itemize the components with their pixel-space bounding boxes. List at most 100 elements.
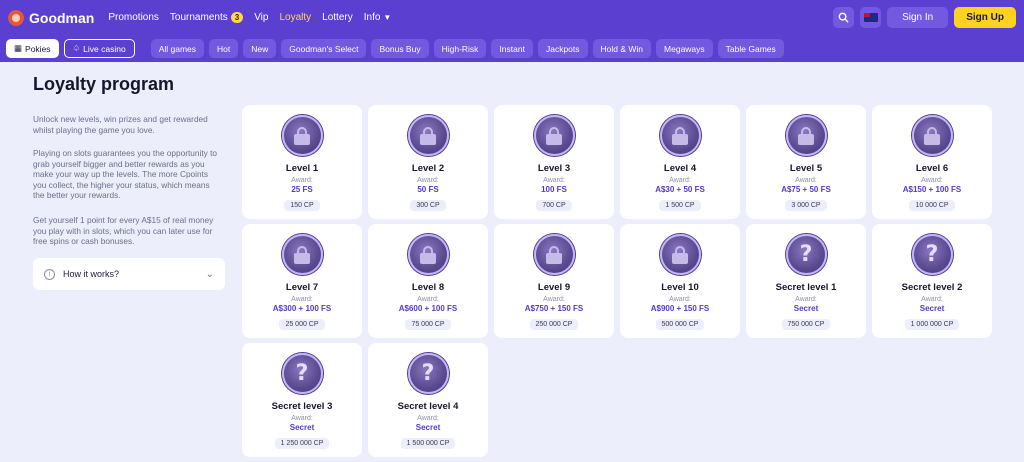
award-label: Award: (921, 177, 943, 184)
level-card: Level 1 Award: 25 FS 150 CP (242, 105, 362, 219)
question-mark-icon: ? (785, 234, 827, 275)
award-value: 100 FS (541, 185, 567, 194)
cp-requirement-badge: 3 000 CP (785, 200, 827, 211)
level-card: ? Secret level 4 Award: Secret 1 500 000 CP (368, 343, 488, 457)
how-it-works-accordion[interactable]: i How it works? ⌄ (33, 258, 225, 290)
question-mark-icon: ? (281, 353, 323, 394)
cp-requirement-badge: 1 500 000 CP (400, 438, 456, 449)
lock-icon (407, 234, 449, 275)
level-name: Level 2 (411, 163, 445, 174)
level-card: Level 8 Award: A$600 + 100 FS 75 000 CP (368, 224, 488, 338)
how-it-works-label: How it works? (63, 269, 120, 279)
category-table-games[interactable]: Table Games (717, 39, 784, 58)
award-label: Award: (417, 296, 439, 303)
logo[interactable]: Goodman (8, 9, 94, 26)
level-card: Level 5 Award: A$75 + 50 FS 3 000 CP (746, 105, 866, 219)
cp-requirement-badge: 150 CP (284, 200, 320, 211)
sign-up-button[interactable]: Sign Up (954, 7, 1016, 28)
lock-icon (407, 115, 449, 156)
level-name: Level 5 (789, 163, 823, 174)
award-value: Secret (793, 304, 819, 313)
award-value: A$750 + 150 FS (524, 304, 584, 313)
lock-icon (281, 234, 323, 275)
level-card: ? Secret level 1 Award: Secret 750 000 CP (746, 224, 866, 338)
nav-tournaments-label: Tournaments (169, 12, 228, 23)
award-label: Award: (795, 177, 817, 184)
lock-icon (911, 115, 953, 156)
category-all-games[interactable]: All games (150, 39, 205, 58)
cp-requirement-badge: 250 000 CP (529, 319, 579, 330)
level-name: Secret level 2 (901, 282, 963, 293)
lock-icon (659, 115, 701, 156)
award-label: Award: (669, 177, 691, 184)
award-value: A$900 + 150 FS (650, 304, 710, 313)
lock-icon (533, 234, 575, 275)
nav-loyalty[interactable]: Loyalty (279, 12, 311, 23)
category-live-casino[interactable]: ♤ Live casino (63, 39, 135, 58)
level-name: Level 9 (537, 282, 571, 293)
question-mark-icon: ? (911, 234, 953, 275)
category-high-risk[interactable]: High-Risk (433, 39, 487, 58)
award-value: A$600 + 100 FS (398, 304, 458, 313)
award-value: A$150 + 100 FS (902, 185, 962, 194)
level-name: Level 6 (915, 163, 949, 174)
award-label: Award: (417, 415, 439, 422)
category-bonus-buy[interactable]: Bonus Buy (371, 39, 429, 58)
search-button[interactable] (833, 7, 855, 28)
language-button[interactable] (860, 7, 882, 28)
nav-info-label: Info (363, 12, 381, 23)
level-name: Secret level 4 (397, 401, 459, 412)
level-card: Level 9 Award: A$750 + 150 FS 250 000 CP (494, 224, 614, 338)
australia-flag-icon (863, 13, 878, 22)
level-card: Level 7 Award: A$300 + 100 FS 25 000 CP (242, 224, 362, 338)
category-goodmans-select[interactable]: Goodman's Select (281, 39, 367, 58)
level-card: Level 6 Award: A$150 + 100 FS 10 000 CP (872, 105, 992, 219)
slot-machine-icon: ▦ (14, 43, 23, 53)
lock-icon (785, 115, 827, 156)
award-value: Secret (415, 423, 441, 432)
cp-requirement-badge: 10 000 CP (909, 200, 955, 211)
level-name: Level 7 (285, 282, 319, 293)
cp-requirement-badge: 700 CP (536, 200, 572, 211)
nav-info[interactable]: Info ▼ (364, 12, 392, 23)
level-card: Level 3 Award: 100 FS 700 CP (494, 105, 614, 219)
category-new[interactable]: New (243, 39, 277, 58)
award-label: Award: (291, 177, 313, 184)
award-label: Award: (543, 177, 565, 184)
info-icon: i (44, 268, 55, 280)
chevron-down-icon: ⌄ (205, 268, 214, 280)
cp-requirement-badge: 1 000 000 CP (904, 319, 960, 330)
category-megaways[interactable]: Megaways (656, 39, 713, 58)
nav-tournaments[interactable]: Tournaments 3 (169, 12, 244, 23)
category-live-casino-label: Live casino (83, 43, 126, 54)
award-label: Award: (417, 177, 439, 184)
category-instant[interactable]: Instant (491, 39, 533, 58)
level-name: Level 10 (661, 282, 699, 293)
sign-in-button[interactable]: Sign In (887, 7, 949, 28)
tournaments-count-badge: 3 (230, 12, 244, 23)
level-card: Level 10 Award: A$900 + 150 FS 500 000 CP (620, 224, 740, 338)
spade-icon: ♤ (72, 43, 81, 53)
nav-vip[interactable]: Vip (254, 12, 268, 23)
category-hot[interactable]: Hot (209, 39, 239, 58)
category-hold-and-win[interactable]: Hold & Win (592, 39, 652, 58)
level-name: Secret level 3 (271, 401, 333, 412)
category-pokies[interactable]: ▦ Pokies (6, 39, 59, 58)
category-bar: ▦ Pokies ♤ Live casino All games Hot New… (0, 35, 1024, 62)
nav-promotions[interactable]: Promotions (108, 12, 159, 23)
cp-requirement-badge: 25 000 CP (279, 319, 325, 330)
award-label: Award: (543, 296, 565, 303)
category-pokies-label: Pokies (25, 43, 51, 54)
level-name: Level 8 (411, 282, 445, 293)
award-label: Award: (795, 296, 817, 303)
level-card: ? Secret level 2 Award: Secret 1 000 000 CP (872, 224, 992, 338)
main-nav: Promotions Tournaments 3 Vip Loyalty Lot… (108, 12, 391, 23)
award-value: Secret (919, 304, 945, 313)
category-jackpots[interactable]: Jackpots (537, 39, 588, 58)
details-paragraph: Playing on slots guarantees you the oppo… (33, 148, 218, 201)
nav-lottery[interactable]: Lottery (322, 12, 353, 23)
award-label: Award: (921, 296, 943, 303)
cp-requirement-badge: 75 000 CP (405, 319, 451, 330)
award-label: Award: (291, 415, 313, 422)
level-name: Level 4 (663, 163, 697, 174)
